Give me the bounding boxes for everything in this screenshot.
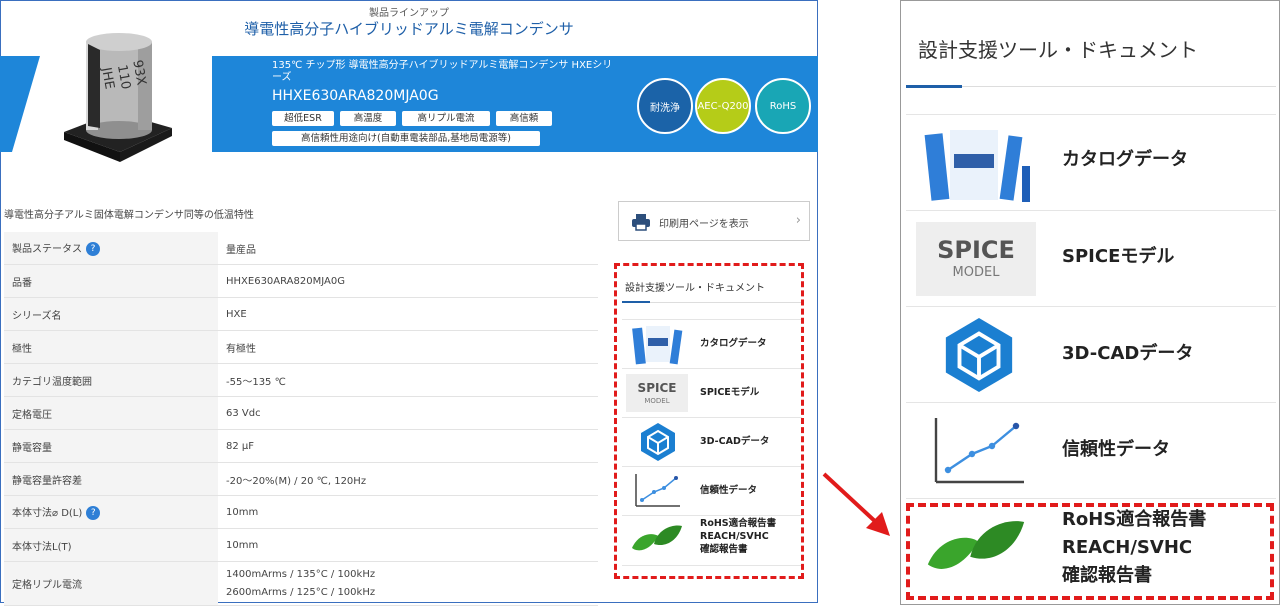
table-row: 静電容量 82 μF <box>4 429 598 463</box>
badge-rohs: RoHS <box>755 78 811 134</box>
arrow-icon <box>822 472 890 536</box>
reliability-chart-icon <box>934 418 1024 484</box>
spec-value: HHXE630ARA820MJA0G <box>218 264 598 298</box>
spec-key: 極性 <box>4 330 218 364</box>
spec-value: 有極性 <box>218 330 598 364</box>
spec-key: シリーズ名 <box>4 297 218 331</box>
table-row: 製品ステータス? 量産品 <box>4 232 598 265</box>
spec-key: 品番 <box>4 264 218 298</box>
table-row: シリーズ名 HXE <box>4 297 598 331</box>
table-row: 定格電圧 63 Vdc <box>4 396 598 430</box>
model-text: MODEL <box>953 265 1001 280</box>
tool-label-reliability-zoomed: 信頼性データ <box>1062 439 1170 460</box>
spec-key: 定格電圧 <box>4 396 218 430</box>
feature-tag-low-esr: 超低ESR <box>272 111 334 126</box>
spec-table: 製品ステータス? 量産品 品番 HHXE630ARA820MJA0G シリーズ名 H… <box>4 232 598 606</box>
tool-label-3d-cad-zoomed: 3D-CADデータ <box>1062 343 1194 364</box>
feature-tag-high-ripple: 高リプル電流 <box>402 111 490 126</box>
tool-label-spice-zoomed: SPICEモデル <box>1062 246 1175 267</box>
feature-tag-high-temp: 高温度 <box>340 111 396 126</box>
table-row: カテゴリ温度範囲 -55～135 ℃ <box>4 363 598 397</box>
highlight-box-large <box>906 503 1274 600</box>
tools-title-zoomed: 設計支援ツール・ドキュメント <box>918 38 1198 62</box>
badge-wash-resistant: 耐洗浄 <box>637 78 693 134</box>
highlight-box-small <box>614 263 804 579</box>
banner-accent <box>0 56 40 152</box>
spec-value: -55～135 ℃ <box>218 363 598 397</box>
badge-aec-q200: AEC-Q200 <box>695 78 751 134</box>
spec-key: 定格リプル電流 <box>4 561 218 606</box>
capacitor-image: 93X 110 JHE <box>64 33 172 162</box>
print-button-label: 印刷用ページを表示 <box>659 219 749 230</box>
spec-key: カテゴリ温度範囲 <box>4 363 218 397</box>
spice-text: SPICE <box>937 236 1015 264</box>
table-row: 静電容量許容差 -20～20%(M) / 20 ℃, 120Hz <box>4 462 598 496</box>
tool-label-catalog-zoomed: カタログデータ <box>1062 149 1188 170</box>
chevron-right-icon: › <box>795 213 801 228</box>
spec-value: -20～20%(M) / 20 ℃, 120Hz <box>218 462 598 496</box>
breadcrumb[interactable]: 製品ラインアップ <box>0 4 818 19</box>
printer-icon <box>632 214 650 231</box>
spice-model-icon: SPICE MODEL <box>916 222 1036 296</box>
spec-value: 82 μF <box>218 429 598 463</box>
feature-tag-high-reliability: 高信頼 <box>496 111 552 126</box>
print-page-button[interactable]: 印刷用ページを表示 › <box>618 201 810 241</box>
spec-value-2: 2600mArms / 125°C / 100kHz <box>226 586 376 598</box>
spec-value: 10mm <box>218 495 598 529</box>
table-row: 本体寸法⌀ D(L)? 10mm <box>4 495 598 529</box>
table-row: 極性 有極性 <box>4 330 598 364</box>
spec-key: 静電容量 <box>4 429 218 463</box>
spec-key: 本体寸法L(T) <box>4 528 218 562</box>
table-row: 品番 HHXE630ARA820MJA0G <box>4 264 598 298</box>
spec-value: 量産品 <box>218 232 598 265</box>
spec-value: 10mm <box>218 528 598 562</box>
spec-key: 本体寸法⌀ D(L) <box>12 508 83 519</box>
product-note: 導電性高分子アルミ固体電解コンデンサ同等の低温特性 <box>4 210 254 221</box>
spec-value: HXE <box>218 297 598 331</box>
table-row: 定格リプル電流 1400mArms / 135°C / 100kHz 2600mA… <box>4 561 598 606</box>
series-subtitle: 135℃ チップ形 導電性高分子ハイブリッドアルミ電解コンデンサ HXEシリーズ <box>272 60 613 83</box>
catalog-icon <box>924 130 1030 202</box>
help-icon[interactable]: ? <box>86 506 101 520</box>
table-row: 本体寸法L(T) 10mm <box>4 528 598 562</box>
help-icon[interactable]: ? <box>86 242 100 256</box>
title-underline <box>906 85 962 88</box>
feature-tag-application: 高信頼性用途向け(自動車電装部品,基地局電源等) <box>272 131 540 146</box>
spec-key: 静電容量許容差 <box>4 462 218 496</box>
3d-cad-icon <box>945 317 1013 393</box>
spec-key: 製品ステータス <box>12 244 82 255</box>
spec-value: 63 Vdc <box>218 396 598 430</box>
spec-value: 1400mArms / 135°C / 100kHz <box>226 568 376 580</box>
part-number: HHXE630ARA820MJA0G <box>272 88 439 104</box>
